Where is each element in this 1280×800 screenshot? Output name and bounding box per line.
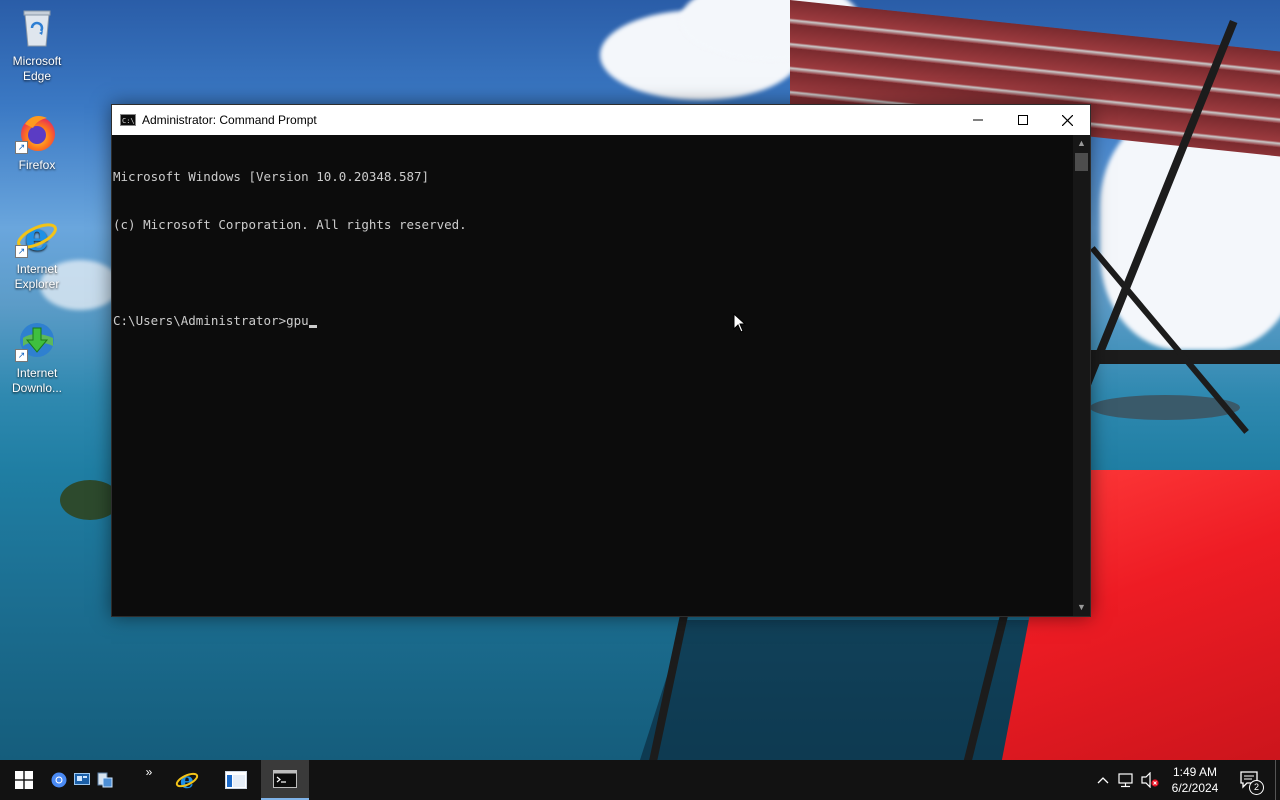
svg-text:e: e <box>25 214 49 258</box>
internet-explorer-icon: e <box>175 768 199 792</box>
desktop-icon-label: Firefox <box>18 158 56 172</box>
scroll-up-arrow-icon[interactable]: ▲ <box>1073 135 1090 152</box>
desktop-icon-firefox[interactable]: ↗ Firefox <box>2 110 72 173</box>
desktop-icon-internet-download-manager[interactable]: ↗ Internet Downlo... <box>2 318 72 396</box>
close-icon <box>1062 114 1073 126</box>
desktop-icon-internet-explorer[interactable]: e ↗ Internet Explorer <box>2 214 72 292</box>
taskbar: » e 1:49 AM 6/2/2024 <box>0 760 1280 800</box>
cmd-icon <box>273 770 297 788</box>
shortcut-arrow-icon: ↗ <box>15 141 28 154</box>
network-icon <box>1118 773 1133 788</box>
console-output[interactable]: Microsoft Windows [Version 10.0.20348.58… <box>112 135 1074 616</box>
window-title: Administrator: Command Prompt <box>142 113 317 127</box>
taskbar-command-prompt[interactable] <box>261 760 309 800</box>
scroll-down-arrow-icon[interactable]: ▼ <box>1073 599 1090 616</box>
clock-date: 6/2/2024 <box>1171 781 1219 795</box>
svg-text:e: e <box>180 768 194 792</box>
windows-logo-icon <box>15 771 33 789</box>
server-manager-icon <box>97 772 113 788</box>
taskbar-internet-explorer[interactable]: e <box>165 760 209 800</box>
scrollbar-thumb[interactable] <box>1075 153 1088 171</box>
desktop-icon-label: Microsoft Edge <box>12 54 62 83</box>
chrome-icon <box>51 772 67 788</box>
clock-time: 1:49 AM <box>1172 765 1218 779</box>
console-line: (c) Microsoft Corporation. All rights re… <box>113 217 467 232</box>
internet-explorer-icon: e ↗ <box>15 214 59 259</box>
volume-muted-icon <box>1141 772 1159 788</box>
network-tray-button[interactable] <box>1116 760 1136 800</box>
quicklaunch-server-manager[interactable] <box>95 760 115 800</box>
quicklaunch-chrome[interactable] <box>49 760 69 800</box>
app-window-icon <box>225 771 247 789</box>
shortcut-arrow-icon: ↗ <box>15 349 28 362</box>
taskbar-overflow-chevron[interactable]: » <box>139 752 159 792</box>
firefox-icon: ↗ <box>15 110 59 154</box>
close-button[interactable] <box>1045 105 1090 135</box>
maximize-button[interactable] <box>1000 105 1045 135</box>
desktop-icon-label: Internet Downlo... <box>11 366 63 395</box>
command-prompt-window[interactable]: C:\ Administrator: Command Prompt Micros… <box>111 104 1091 617</box>
desktop-icon-label: Internet Explorer <box>14 262 60 291</box>
taskbar-clock[interactable]: 1:49 AM 6/2/2024 <box>1168 764 1222 796</box>
taskbar-file-explorer[interactable] <box>213 760 259 800</box>
network-connections-icon <box>74 773 90 785</box>
console-prompt-text: C:\Users\Administrator>gpu <box>113 313 309 328</box>
window-titlebar[interactable]: C:\ Administrator: Command Prompt <box>112 105 1090 135</box>
chevron-up-icon <box>1097 777 1109 784</box>
text-cursor <box>308 325 317 328</box>
desktop-icon-microsoft-edge[interactable]: Microsoft Edge <box>2 6 72 84</box>
mouse-pointer-icon <box>733 312 747 339</box>
cmd-icon[interactable]: C:\ <box>120 114 136 126</box>
show-desktop-button[interactable] <box>1275 760 1276 800</box>
shortcut-arrow-icon: ↗ <box>15 245 28 258</box>
action-center-button[interactable] <box>1232 760 1268 800</box>
minimize-icon <box>972 119 983 121</box>
recycle-bin-icon <box>15 6 59 50</box>
notification-count-badge: 2 <box>1249 780 1264 795</box>
quicklaunch-network[interactable] <box>72 760 92 800</box>
vertical-scrollbar[interactable]: ▲ ▼ <box>1073 135 1090 616</box>
maximize-icon <box>1017 115 1028 125</box>
minimize-button[interactable] <box>955 105 1000 135</box>
internet-download-manager-icon: ↗ <box>15 318 59 362</box>
start-button[interactable] <box>0 760 48 800</box>
volume-tray-button[interactable] <box>1140 760 1160 800</box>
console-line: Microsoft Windows [Version 10.0.20348.58… <box>113 169 430 184</box>
show-hidden-icons-button[interactable] <box>1094 760 1112 800</box>
console-prompt-line[interactable]: C:\Users\Administrator>gpu <box>113 313 1074 329</box>
